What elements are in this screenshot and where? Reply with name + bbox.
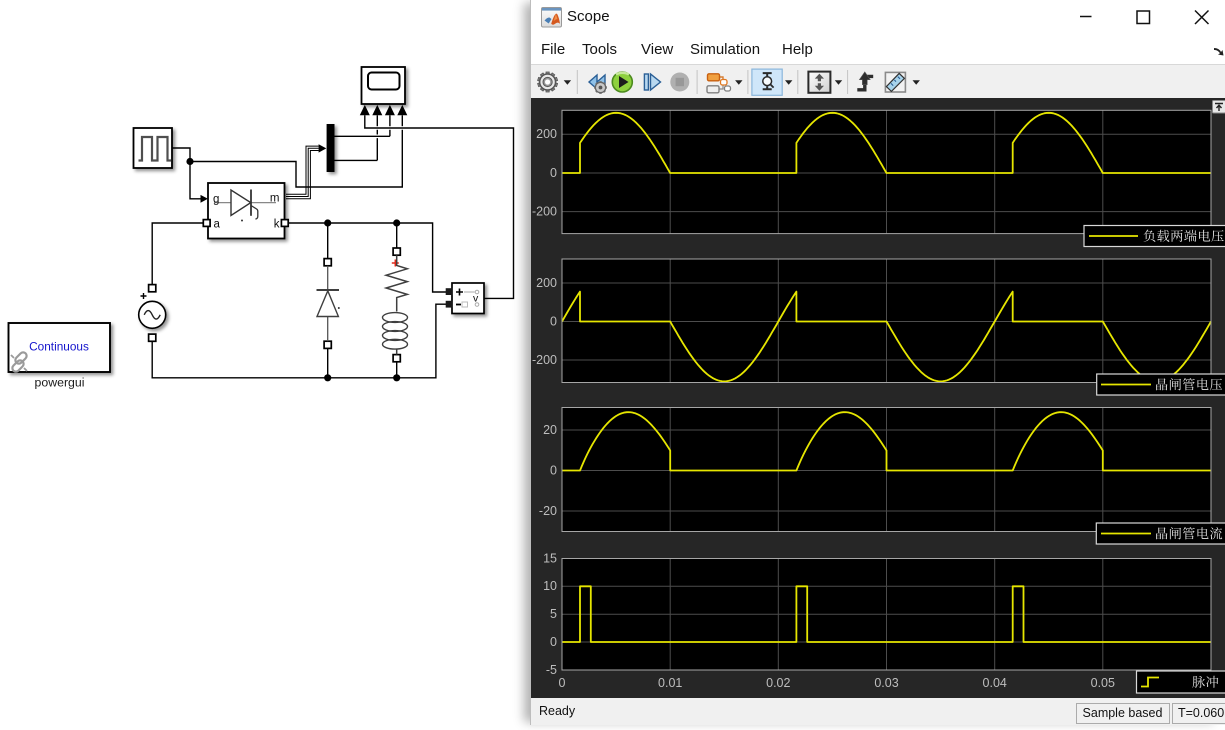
svg-text:Continuous: Continuous	[29, 340, 89, 354]
svg-text:0: 0	[550, 166, 557, 180]
svg-text:5: 5	[550, 607, 557, 621]
svg-text:powergui: powergui	[35, 376, 85, 390]
svg-text:-200: -200	[532, 204, 557, 218]
svg-text:10: 10	[543, 579, 557, 593]
svg-text:0: 0	[550, 463, 557, 477]
svg-text:-200: -200	[532, 353, 557, 367]
svg-text:a: a	[214, 219, 221, 231]
svg-text:0: 0	[559, 676, 566, 690]
svg-text:0: 0	[550, 635, 557, 649]
svg-text:-20: -20	[539, 504, 557, 518]
svg-text:v: v	[473, 293, 479, 305]
svg-text:0.05: 0.05	[1091, 676, 1115, 690]
svg-text:15: 15	[543, 551, 557, 565]
svg-text:g: g	[213, 193, 219, 205]
svg-text:0.04: 0.04	[983, 676, 1007, 690]
svg-text:k: k	[274, 219, 280, 231]
svg-text:m: m	[270, 193, 280, 205]
svg-text:0.02: 0.02	[766, 676, 790, 690]
svg-text:20: 20	[543, 423, 557, 437]
svg-text:200: 200	[536, 127, 557, 141]
svg-text:-5: -5	[546, 663, 557, 677]
svg-text:200: 200	[536, 276, 557, 290]
svg-text:0: 0	[550, 314, 557, 328]
svg-text:0.01: 0.01	[658, 676, 682, 690]
svg-text:0.03: 0.03	[874, 676, 898, 690]
